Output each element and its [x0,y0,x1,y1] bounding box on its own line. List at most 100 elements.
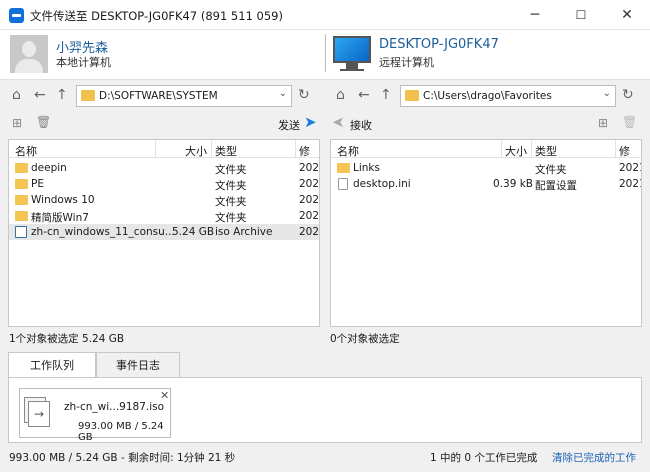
transfer-summary: 993.00 MB / 5.24 GB - 剩余时间: 1分钟 21 秒 [9,452,236,464]
column-separator[interactable] [615,140,616,158]
col-name[interactable]: 名称 [337,143,359,159]
avatar-body-icon [15,59,43,73]
column-separator[interactable] [211,140,212,158]
file-name: desktop.ini [353,178,411,190]
refresh-icon[interactable]: ↻ [622,87,634,103]
folder-icon [15,163,28,173]
table-row[interactable]: 精简版Win7 文件夹 2020 [9,208,319,224]
chevron-down-icon[interactable]: ⌄ [279,88,287,99]
file-date: 2020 [299,210,320,222]
computers-header: 小羿先森 本地计算机 DESKTOP-JG0FK47 远程计算机 [0,30,650,80]
remote-file-list[interactable]: 名称 大小 类型 修 Links 文件夹 2021 desktop.ini 0.… [330,139,642,327]
chevron-down-icon[interactable]: ⌄ [603,88,611,99]
new-folder-icon[interactable]: ⊞ [598,116,608,130]
folder-icon [337,163,350,173]
local-path-text: D:\SOFTWARE\SYSTEM [99,90,218,102]
local-status: 1个对象被选定 5.24 GB [9,333,125,345]
iso-file-icon [15,226,27,238]
avatar [10,35,48,73]
remote-toolbar: ➤ 接收 ⊞ 🗑 [330,112,642,136]
remote-path-field[interactable]: C:\Users\drago\Favorites ⌄ [400,85,616,107]
local-toolbar: ⊞ 🗑 发送 ➤ [8,112,320,136]
delete-icon[interactable]: 🗑 [622,115,637,129]
column-header: 名称 大小 类型 修 [331,140,641,158]
table-row[interactable]: desktop.ini 0.39 kB 配置设置 2021 [331,176,641,192]
file-name: 精简版Win7 [31,212,89,224]
work-queue-panel: → zh-cn_wi...9187.iso 993.00 MB / 5.24 G… [8,377,642,443]
file-name: Links [353,162,380,174]
column-separator[interactable] [295,140,296,158]
close-icon[interactable]: ✕ [160,389,169,402]
minimize-button[interactable]: ─ [512,0,558,30]
close-button[interactable]: ✕ [604,0,650,30]
refresh-icon[interactable]: ↻ [298,87,310,103]
header-divider [325,34,326,72]
file-type: iso Archive [215,226,273,238]
col-date[interactable]: 修 [619,143,630,159]
local-path-field[interactable]: D:\SOFTWARE\SYSTEM ⌄ [76,85,292,107]
col-type[interactable]: 类型 [215,143,237,159]
col-size[interactable]: 大小 [185,143,207,159]
remote-path-text: C:\Users\drago\Favorites [423,90,552,102]
file-type: 文件夹 [215,180,247,192]
folder-icon [15,211,28,221]
tab-event-log[interactable]: 事件日志 [96,352,180,378]
col-name[interactable]: 名称 [15,143,37,159]
back-arrow-icon[interactable]: ← [34,87,46,103]
transfer-job-card[interactable]: → zh-cn_wi...9187.iso 993.00 MB / 5.24 G… [19,388,171,443]
col-type[interactable]: 类型 [535,143,557,159]
folder-icon [405,90,419,101]
back-arrow-icon[interactable]: ← [358,87,370,103]
home-icon[interactable]: ⌂ [12,87,21,103]
folder-icon [15,179,28,189]
job-progress-text: 993.00 MB / 5.24 GB [78,421,164,443]
local-file-list[interactable]: 名称 大小 类型 修 deepin 文件夹 2020 PE 文件夹 2020 W… [8,139,320,327]
remote-computer-name: DESKTOP-JG0FK47 [379,37,499,52]
file-size: 5.24 GB [172,226,215,238]
send-label[interactable]: 发送 [278,117,300,133]
col-size[interactable]: 大小 [505,143,527,159]
remote-computer-label: 远程计算机 [379,56,434,69]
tab-bar: 工作队列 事件日志 [8,352,642,378]
title-bar: 文件传送至 DESKTOP-JG0FK47 (891 511 059) ─ ☐ … [0,0,650,30]
table-row[interactable]: deepin 文件夹 2020 [9,160,319,176]
col-date[interactable]: 修 [299,143,310,159]
clear-completed-link[interactable]: 清除已完成的工作 [552,450,636,465]
up-arrow-icon[interactable]: ↑ [56,87,68,103]
up-arrow-icon[interactable]: ↑ [380,87,392,103]
file-name: Windows 10 [31,194,95,206]
file-size: 0.39 kB [493,178,534,190]
file-name: PE [31,178,44,190]
column-separator[interactable] [501,140,502,158]
file-name: zh-cn_windows_11_consu... [31,226,175,238]
new-folder-icon[interactable]: ⊞ [12,116,22,130]
column-separator[interactable] [531,140,532,158]
transfer-arrow-icon: → [28,401,50,427]
table-row[interactable]: zh-cn_windows_11_consu... 5.24 GB iso Ar… [9,224,319,240]
avatar-head-icon [22,41,36,57]
delete-icon[interactable]: 🗑 [36,115,51,129]
jobs-completed: 1 中的 0 个工作已完成 [430,452,538,464]
remote-status: 0个对象被选定 [330,333,400,345]
file-name: deepin [31,162,67,174]
table-row[interactable]: Links 文件夹 2021 [331,160,641,176]
tab-work-queue[interactable]: 工作队列 [8,352,96,378]
file-date: 2021 [619,162,641,174]
home-icon[interactable]: ⌂ [336,87,345,103]
file-type: 文件夹 [535,164,567,176]
table-row[interactable]: Windows 10 文件夹 2021 [9,192,319,208]
monitor-base [340,69,364,71]
folder-icon [15,195,28,205]
remote-monitor-icon [333,36,371,63]
send-arrow-icon[interactable]: ➤ [304,113,317,131]
file-date: 2022 [299,226,320,238]
file-type: 文件夹 [215,212,247,224]
table-row[interactable]: PE 文件夹 2020 [9,176,319,192]
column-separator[interactable] [155,140,156,158]
receive-arrow-icon[interactable]: ➤ [332,113,345,131]
file-type: 配置设置 [535,180,577,192]
maximize-button[interactable]: ☐ [558,0,604,30]
receive-label[interactable]: 接收 [350,117,372,133]
file-date: 2021 [299,194,320,206]
file-date: 2021 [619,178,641,190]
